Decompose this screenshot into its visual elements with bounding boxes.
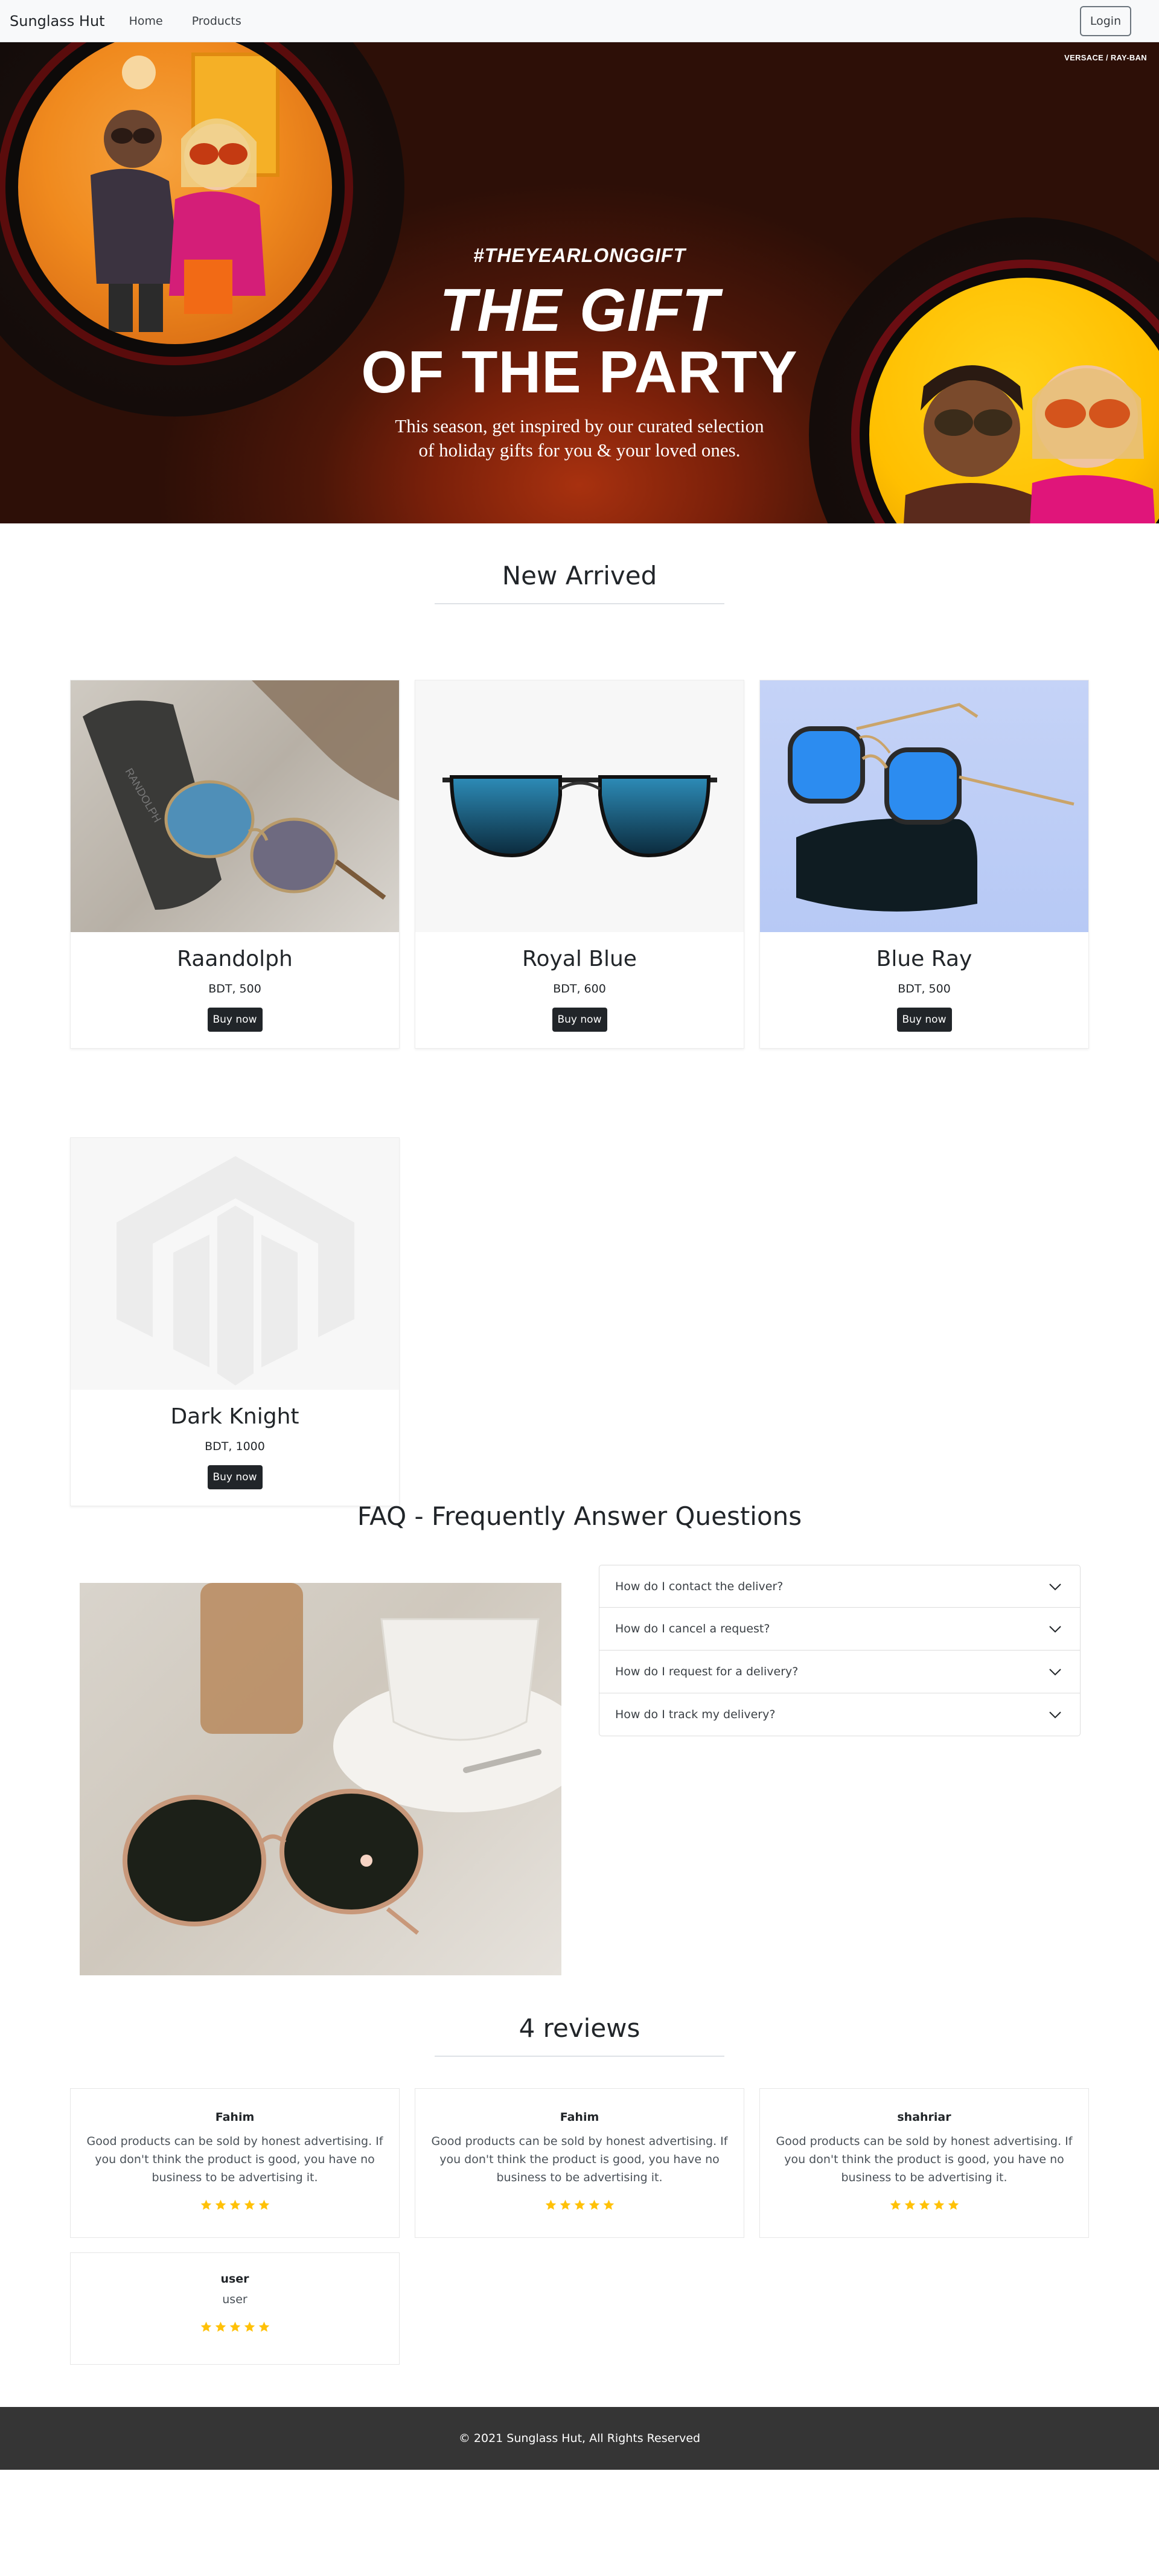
review-text: Good products can be sold by honest adve…	[86, 2135, 383, 2184]
buy-now-button[interactable]: Buy now	[552, 1008, 607, 1032]
faq-accordion: How do I contact the deliver? How do I c…	[599, 1565, 1081, 1736]
product-image-blue-ray	[760, 680, 1088, 932]
star-icon	[560, 2199, 570, 2210]
hero-title-line-1: THE GIFT	[439, 276, 720, 344]
review-stars	[71, 2199, 399, 2211]
buy-now-button[interactable]: Buy now	[207, 1465, 263, 1489]
product-card: Royal Blue BDT, 600 Buy now	[415, 680, 744, 1049]
navbar: Sunglass Hut Home Products Login	[0, 0, 1159, 42]
review-card: Fahim Good products can be sold by hones…	[415, 2088, 744, 2238]
star-icon	[890, 2199, 901, 2210]
product-price: BDT, 1000	[205, 1440, 265, 1453]
review-stars	[760, 2199, 1088, 2211]
nav-link-products[interactable]: Products	[192, 14, 241, 28]
product-price: BDT, 500	[208, 982, 261, 996]
faq-section: FAQ - Frequently Answer Questions How do…	[0, 1501, 1159, 1990]
reviewer-name: shahriar	[897, 2111, 951, 2124]
placeholder-logo-icon	[117, 1156, 354, 1385]
product-image-raandolph: RANDOLPH	[71, 680, 399, 932]
review-text: Good products can be sold by honest adve…	[776, 2135, 1073, 2184]
reviewer-name: Fahim	[560, 2111, 599, 2124]
hero-lens-right	[809, 217, 1159, 523]
faq-item[interactable]: How do I cancel a request?	[599, 1608, 1081, 1651]
reviewer-name: user	[220, 2272, 249, 2286]
star-icon	[244, 2321, 255, 2332]
nav-link-home[interactable]: Home	[129, 14, 163, 28]
review-card: Fahim Good products can be sold by hones…	[70, 2088, 400, 2238]
login-button[interactable]: Login	[1080, 6, 1131, 36]
products-section: New Arrived RANDOLPH Raandolph BDT, 500 …	[0, 523, 1159, 1506]
products-section-title: New Arrived	[502, 561, 657, 590]
reviews-section: 4 reviews Fahim Good products can be sol…	[0, 1990, 1159, 2407]
product-name: Dark Knight	[170, 1404, 299, 1429]
product-price: BDT, 500	[898, 982, 951, 996]
review-stars	[71, 2321, 399, 2333]
product-image-royal-blue	[415, 680, 744, 932]
reviews-section-title: 4 reviews	[519, 2013, 640, 2043]
chevron-down-icon	[1049, 1584, 1061, 1591]
star-icon	[919, 2199, 930, 2210]
product-price: BDT, 600	[553, 982, 606, 996]
hero-title-line-2: OF THE PARTY	[361, 339, 798, 405]
star-icon	[215, 2321, 226, 2332]
review-text: user	[222, 2293, 247, 2306]
faq-question: How do I request for a delivery?	[615, 1665, 799, 1678]
hero-subtitle-line-1: This season, get inspired by our curated…	[395, 415, 764, 436]
chevron-down-icon	[1049, 1711, 1061, 1719]
star-icon	[589, 2199, 599, 2210]
faq-section-title: FAQ - Frequently Answer Questions	[357, 1501, 802, 1531]
faq-question: How do I cancel a request?	[615, 1622, 770, 1635]
faq-question: How do I contact the deliver?	[615, 1579, 784, 1593]
review-card: user user	[70, 2252, 400, 2365]
hero-banner: VERSACE / RAY-BAN #THEYEARLONGGIFT THE G…	[0, 42, 1159, 523]
chevron-down-icon	[1049, 1626, 1061, 1633]
faq-item[interactable]: How do I contact the deliver?	[599, 1565, 1081, 1608]
hero-photo-couple	[18, 42, 332, 344]
product-image-placeholder	[71, 1138, 399, 1390]
product-name: Raandolph	[177, 947, 293, 971]
hero-hashtag: #THEYEARLONGGIFT	[473, 244, 686, 266]
buy-now-button[interactable]: Buy now	[207, 1008, 263, 1032]
review-card: shahriar Good products can be sold by ho…	[759, 2088, 1089, 2238]
footer-copyright: © 2021 Sunglass Hut, All Rights Reserved	[458, 2432, 701, 2445]
buy-now-button[interactable]: Buy now	[896, 1008, 952, 1032]
star-icon	[244, 2199, 255, 2210]
hero-text-block: #THEYEARLONGGIFT THE GIFT OF THE PARTY T…	[338, 244, 821, 462]
star-icon	[200, 2321, 211, 2332]
faq-question: How do I track my delivery?	[615, 1708, 776, 1721]
star-icon	[200, 2199, 211, 2210]
star-icon	[229, 2321, 240, 2332]
reviews-title-divider	[435, 2056, 724, 2057]
star-icon	[229, 2199, 240, 2210]
review-stars	[415, 2199, 744, 2211]
star-icon	[603, 2199, 614, 2210]
star-icon	[948, 2199, 959, 2210]
star-icon	[904, 2199, 915, 2210]
product-name: Blue Ray	[876, 947, 972, 971]
star-icon	[933, 2199, 944, 2210]
faq-item[interactable]: How do I request for a delivery?	[599, 1651, 1081, 1693]
faq-item[interactable]: How do I track my delivery?	[599, 1693, 1081, 1736]
reviewer-name: Fahim	[215, 2111, 255, 2124]
brand-logo[interactable]: Sunglass Hut	[10, 13, 105, 30]
faq-image	[80, 1583, 561, 1975]
star-icon	[258, 2321, 269, 2332]
product-card: RANDOLPH Raandolph BDT, 500 Buy now	[70, 680, 400, 1049]
product-card: Dark Knight BDT, 1000 Buy now	[70, 1137, 400, 1506]
star-icon	[215, 2199, 226, 2210]
product-name: Royal Blue	[522, 947, 637, 971]
chevron-down-icon	[1049, 1669, 1061, 1676]
product-card: Blue Ray BDT, 500 Buy now	[759, 680, 1089, 1049]
hero-subtitle-line-2: of holiday gifts for you & your loved on…	[418, 439, 741, 461]
star-icon	[574, 2199, 585, 2210]
star-icon	[258, 2199, 269, 2210]
review-text: Good products can be sold by honest adve…	[431, 2135, 728, 2184]
footer: © 2021 Sunglass Hut, All Rights Reserved	[0, 2407, 1159, 2470]
products-title-divider	[435, 603, 724, 604]
hero-brand-tag: VERSACE / RAY-BAN	[1064, 53, 1147, 62]
star-icon	[545, 2199, 556, 2210]
